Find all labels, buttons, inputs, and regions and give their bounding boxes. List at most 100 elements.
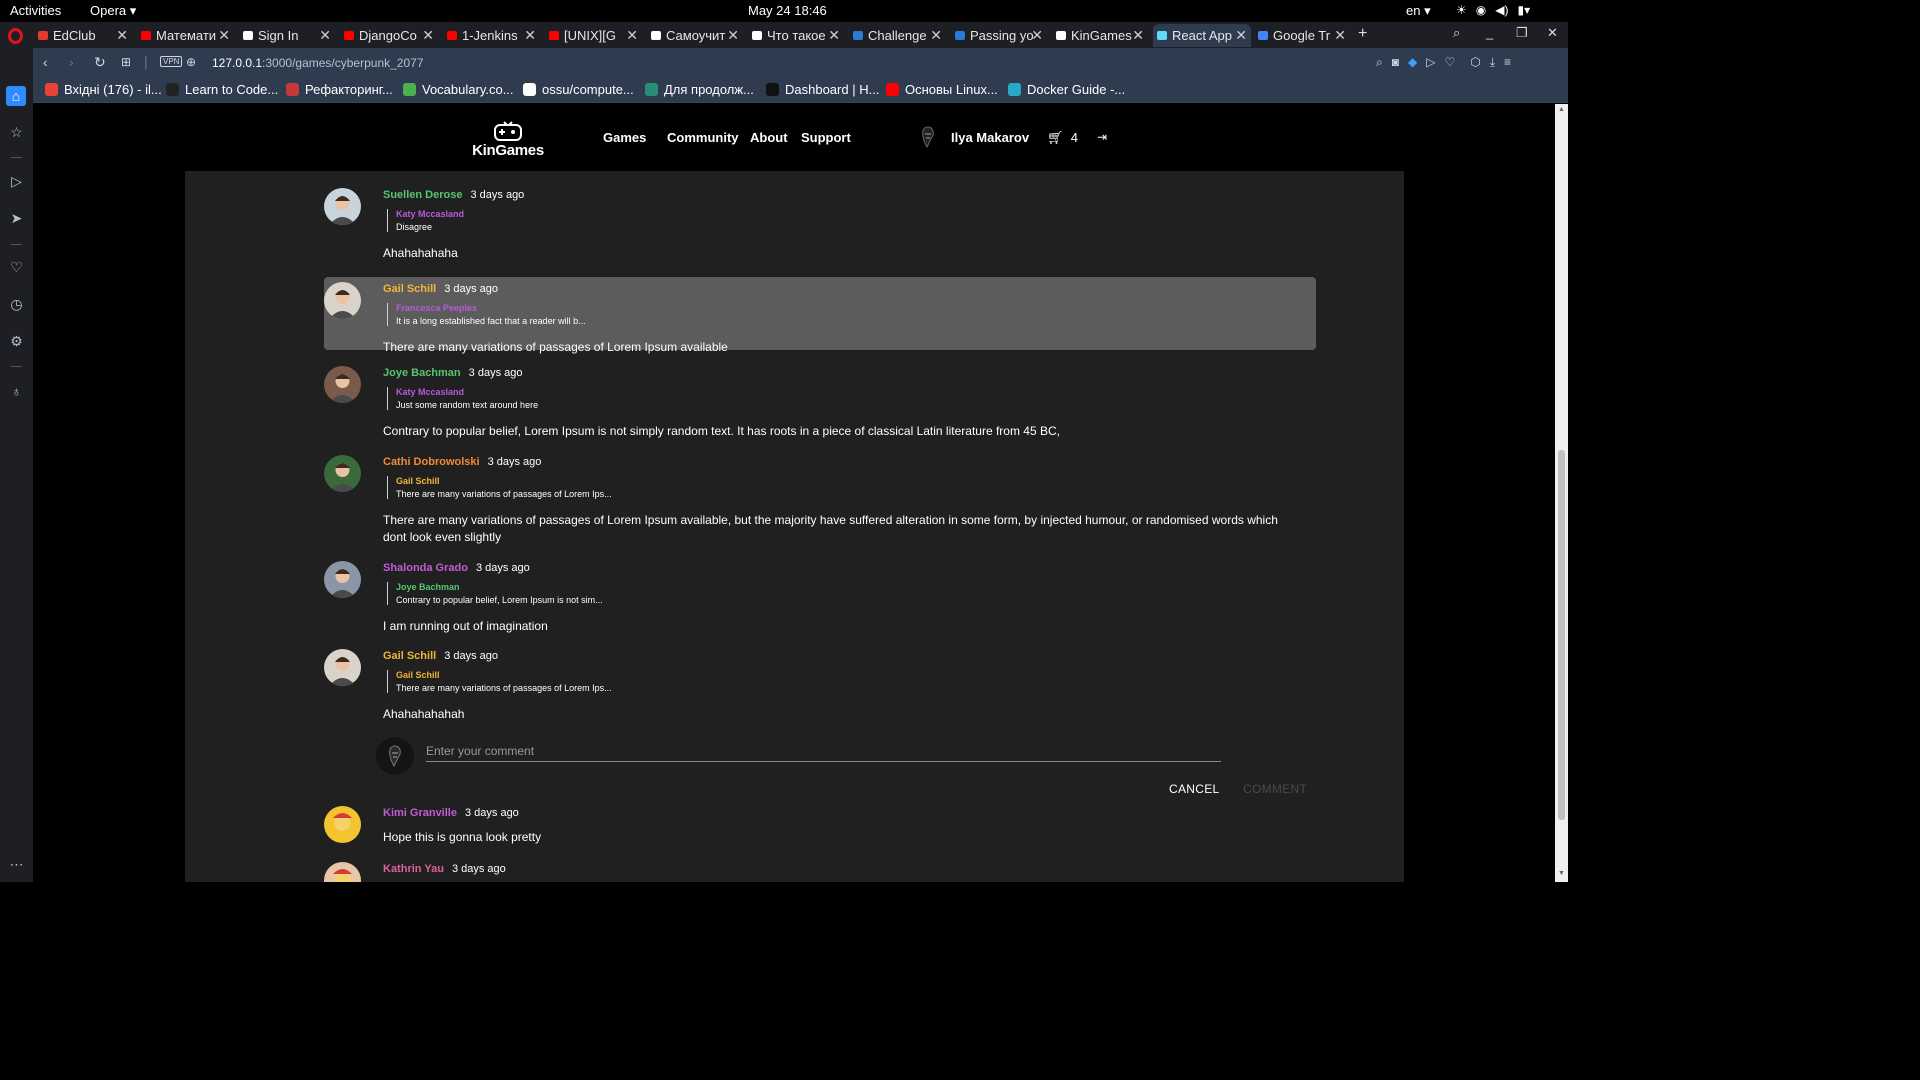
nav-support[interactable]: Support [801, 130, 851, 145]
opera-logo-icon[interactable] [8, 28, 23, 44]
browser-tab[interactable]: Sign In ✕ [239, 24, 335, 47]
browser-tab[interactable]: Математи ✕ [137, 24, 234, 47]
comment-author[interactable]: Cathi Dobrowolski [383, 456, 480, 468]
comment-item[interactable]: Shalonda Grado 3 days ago Joye Bachman Co… [324, 556, 1316, 636]
bookmark-item[interactable]: Вхідні (176) - il... [45, 82, 162, 97]
language-indicator[interactable]: en ▾ [1406, 3, 1431, 19]
bookmark-item[interactable]: Основы Linux... [886, 82, 998, 97]
forward-icon[interactable]: › [69, 54, 74, 70]
bookmark-item[interactable]: Learn to Code... [166, 82, 278, 97]
quoted-reply[interactable]: Katy Mccasland Disagree [387, 209, 1293, 232]
comment-item[interactable]: Kathrin Yau 3 days ago [324, 857, 1316, 882]
site-info-icon[interactable]: ⊕ [186, 55, 196, 69]
bookmark-item[interactable]: Docker Guide -... [1008, 82, 1125, 97]
tab-close-icon[interactable]: ✕ [626, 27, 638, 44]
scroll-up-icon[interactable]: ▲ [1558, 106, 1565, 113]
tab-close-icon[interactable]: ✕ [1132, 27, 1144, 44]
easy-setup-icon[interactable]: ≡ [1504, 55, 1511, 70]
tab-close-icon[interactable]: ✕ [1334, 27, 1346, 44]
download-icon[interactable]: ⤓ [1490, 55, 1495, 70]
tab-close-icon[interactable]: ✕ [727, 27, 739, 44]
comment-item[interactable]: Joye Bachman 3 days ago Katy Mccasland Ju… [324, 361, 1316, 441]
comment-item[interactable]: Cathi Dobrowolski 3 days ago Gail Schill … [324, 450, 1316, 550]
tab-close-icon[interactable]: ✕ [116, 27, 128, 44]
quoted-reply[interactable]: Joye Bachman Contrary to popular belief,… [387, 582, 1293, 605]
comment-item[interactable]: Suellen Derose 3 days ago Katy Mccasland … [324, 183, 1316, 263]
player-icon[interactable]: ▷ [8, 173, 25, 190]
minimize-button[interactable]: _ [1486, 25, 1493, 40]
commenter-avatar[interactable] [324, 649, 361, 686]
commenter-avatar[interactable] [324, 188, 361, 225]
speed-dial-icon[interactable]: ☆ [8, 124, 25, 141]
cart-button[interactable]: 🛒︎ 4 [1047, 130, 1078, 146]
logout-icon[interactable]: ⇥ [1097, 130, 1107, 144]
nav-community[interactable]: Community [667, 130, 739, 145]
home-icon[interactable]: ⌂ [6, 86, 26, 106]
browser-tab[interactable]: Google Tr ✕ [1254, 24, 1350, 47]
system-tray[interactable]: ☀ ◉ ◀) ▮▾ [1456, 3, 1530, 17]
tab-close-icon[interactable]: ✕ [422, 27, 434, 44]
commenter-avatar[interactable] [324, 561, 361, 598]
user-name[interactable]: Ilya Makarov [951, 130, 1029, 145]
activities-button[interactable]: Activities [10, 3, 61, 18]
tips-icon[interactable]: ♁ [8, 383, 25, 400]
send-to-flow-icon[interactable]: ▷ [1426, 55, 1435, 70]
comment-author[interactable]: Gail Schill [383, 650, 436, 662]
quoted-reply[interactable]: Katy Mccasland Just some random text aro… [387, 387, 1293, 410]
commenter-avatar[interactable] [324, 455, 361, 492]
bookmark-item[interactable]: Vocabulary.co... [403, 82, 514, 97]
tab-close-icon[interactable]: ✕ [524, 27, 536, 44]
comment-author[interactable]: Gail Schill [383, 283, 436, 295]
browser-tab[interactable]: Что такое ✕ [748, 24, 844, 47]
zoom-search-icon[interactable]: ⌕ [1376, 55, 1383, 70]
scrollbar-thumb[interactable] [1558, 450, 1565, 820]
close-window-button[interactable]: ✕ [1547, 25, 1558, 41]
tab-close-icon[interactable]: ✕ [319, 27, 331, 44]
browser-tab[interactable]: Самоучит ✕ [647, 24, 743, 47]
tab-close-icon[interactable]: ✕ [828, 27, 840, 44]
comment-author[interactable]: Kathrin Yau [383, 863, 444, 875]
browser-tab[interactable]: React App ✕ [1153, 24, 1251, 47]
snapshot-icon[interactable]: ◙ [1392, 55, 1399, 70]
commenter-avatar[interactable] [324, 282, 361, 319]
history-icon[interactable]: ◷ [8, 296, 25, 313]
scroll-down-icon[interactable]: ▼ [1558, 870, 1565, 877]
commenter-avatar[interactable] [324, 862, 361, 882]
commenter-avatar[interactable] [324, 806, 361, 843]
bookmark-item[interactable]: Для продолж... [645, 82, 754, 97]
nav-about[interactable]: About [750, 130, 788, 145]
vpn-badge[interactable]: VPN [160, 56, 183, 67]
commenter-avatar[interactable] [324, 366, 361, 403]
bookmark-item[interactable]: ossu/compute... [523, 82, 634, 97]
comment-author[interactable]: Joye Bachman [383, 367, 461, 379]
comment-author[interactable]: Kimi Granville [383, 807, 457, 819]
tab-close-icon[interactable]: ✕ [1235, 27, 1247, 44]
adblock-shield-icon[interactable]: ◆ [1408, 55, 1417, 70]
back-icon[interactable]: ‹ [43, 54, 48, 70]
tab-search-icon[interactable]: ⌕ [1453, 25, 1460, 41]
browser-tab[interactable]: Challenge ✕ [849, 24, 946, 47]
browser-tab[interactable]: 1-Jenkins ✕ [443, 24, 540, 47]
send-icon[interactable]: ➤ [8, 210, 25, 227]
comment-author[interactable]: Suellen Derose [383, 189, 462, 201]
tab-close-icon[interactable]: ✕ [930, 27, 942, 44]
tab-close-icon[interactable]: ✕ [218, 27, 230, 44]
bookmark-heart-icon[interactable]: ♡ [1444, 55, 1455, 70]
user-avatar[interactable] [919, 126, 937, 148]
page-scrollbar[interactable]: ▲ ▼ [1555, 104, 1568, 882]
nav-games[interactable]: Games [603, 130, 646, 145]
tabs-grid-icon[interactable]: ⊞ [121, 55, 131, 69]
tab-close-icon[interactable]: ✕ [1031, 27, 1043, 44]
comment-author[interactable]: Shalonda Grado [383, 562, 468, 574]
more-icon[interactable]: ⋯ [8, 856, 25, 873]
maximize-button[interactable]: ❐ [1516, 25, 1528, 41]
comment-item[interactable]: Kimi Granville 3 days ago Hope this is go… [324, 801, 1316, 861]
submit-comment-button[interactable]: COMMENT [1243, 782, 1307, 796]
bookmark-item[interactable]: Dashboard | H... [766, 82, 879, 97]
browser-tab[interactable]: Passing yo ✕ [951, 24, 1047, 47]
clock[interactable]: May 24 18:46 [748, 3, 827, 18]
new-tab-button[interactable]: + [1358, 25, 1367, 43]
comment-item[interactable]: Gail Schill 3 days ago Francesca Peeples … [324, 277, 1316, 354]
browser-tab[interactable]: [UNIX][G ✕ [545, 24, 642, 47]
bookmark-item[interactable]: Рефакторинг... [286, 82, 393, 97]
